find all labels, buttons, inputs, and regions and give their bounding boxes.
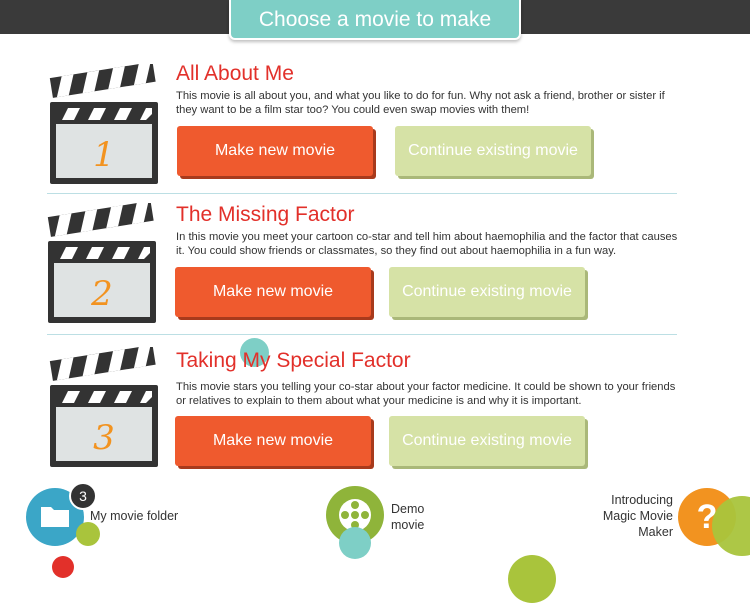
decorative-teal-dot (339, 527, 371, 559)
folder-icon (41, 507, 69, 527)
movie-title: Taking My Special Factor (176, 349, 411, 372)
demo-label-line1: Demo (391, 502, 425, 516)
continue-existing-movie-button[interactable]: Continue existing movie (395, 126, 591, 176)
divider (47, 334, 677, 335)
continue-existing-movie-button[interactable]: Continue existing movie (389, 267, 585, 317)
divider (47, 193, 677, 194)
clapperboard-icon: 3 (49, 347, 158, 467)
movie-description: In this movie you meet your cartoon co-s… (176, 231, 678, 257)
demo-movie-label: Demo movie (391, 501, 424, 533)
clapperboard-icon: 2 (47, 203, 156, 323)
movie-description: This movie is all about you, and what yo… (176, 90, 665, 116)
movie-number: 3 (93, 418, 115, 458)
intro-line2: Magic Movie (602, 509, 673, 523)
clapperboard-icon: 1 (49, 64, 158, 184)
make-new-movie-button[interactable]: Make new movie (175, 416, 371, 466)
folder-count-badge: 3 (69, 482, 97, 510)
decorative-red-dot (52, 556, 74, 578)
movie-description: This movie stars you telling your co-sta… (176, 381, 676, 407)
demo-label-line2: movie (391, 518, 425, 532)
make-new-movie-button[interactable]: Make new movie (177, 126, 373, 176)
movie-number: 2 (90, 274, 113, 314)
decorative-lime-dot (76, 522, 100, 546)
folder-count: 3 (79, 488, 87, 504)
movie-title: The Missing Factor (176, 203, 355, 226)
intro-line3: Maker (638, 525, 673, 539)
continue-existing-movie-button[interactable]: Continue existing movie (389, 416, 585, 466)
page-title: Choose a movie to make (229, 0, 521, 40)
intro-line1: Introducing (611, 493, 673, 507)
decorative-lime-dot (508, 555, 556, 603)
movie-title: All About Me (176, 62, 294, 85)
intro-label: Introducing Magic Movie Maker (588, 492, 673, 540)
movie-number: 1 (93, 135, 115, 175)
make-new-movie-button[interactable]: Make new movie (175, 267, 371, 317)
my-movie-folder-label: My movie folder (90, 509, 179, 523)
